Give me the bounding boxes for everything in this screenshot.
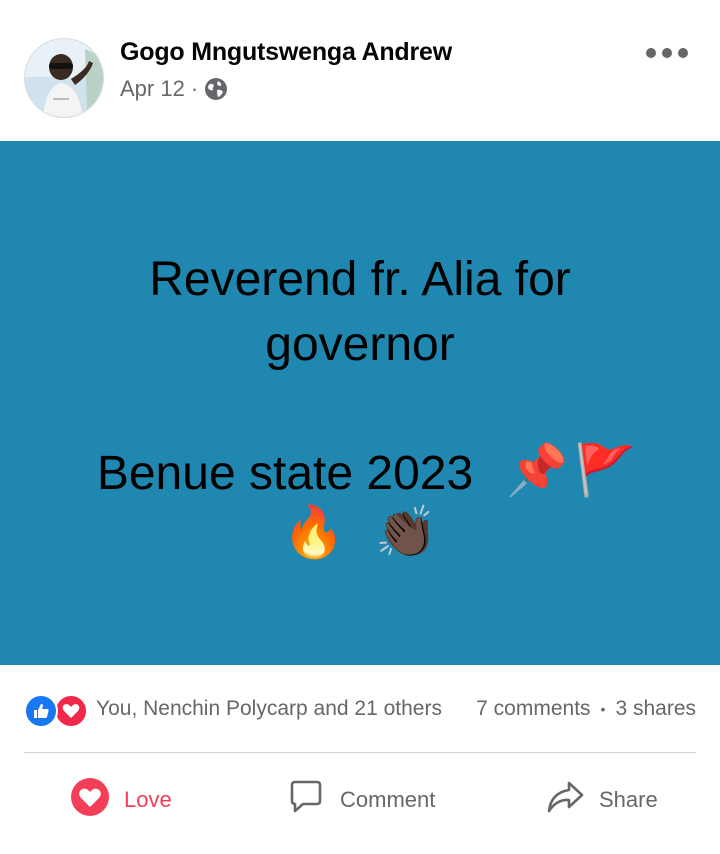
comments-count[interactable]: 7 comments — [476, 697, 590, 721]
reaction-icons[interactable] — [24, 694, 90, 728]
post-text-line: Reverend fr. Alia for — [149, 253, 571, 306]
like-reaction-icon — [24, 694, 58, 728]
post-text-line: governor — [265, 318, 455, 371]
counts-separator: • — [600, 701, 606, 717]
comment-button[interactable]: Comment — [286, 776, 435, 824]
share-button[interactable]: Share — [545, 776, 658, 824]
post-date[interactable]: Apr 12 — [120, 76, 185, 102]
love-label: Love — [124, 787, 172, 812]
pushpin-emoji: 📌 — [506, 442, 569, 498]
stats-divider — [24, 752, 696, 753]
author-avatar[interactable] — [24, 38, 104, 118]
post-header: Gogo Mngutswenga Andrew Apr 12 · — [0, 0, 720, 140]
emoji-row: 🔥 👏🏿 — [0, 503, 720, 562]
post-stats: You, Nenchin Polycarp and 21 others 7 co… — [0, 690, 720, 730]
author-name[interactable]: Gogo Mngutswenga Andrew — [120, 38, 452, 67]
comment-label: Comment — [340, 787, 436, 812]
post-text-background: Reverend fr. Alia for governor Benue sta… — [0, 141, 720, 665]
share-icon — [545, 777, 585, 823]
pin-flag-emojis: 📌 🚩 — [506, 441, 637, 500]
more-options-button[interactable] — [646, 40, 688, 66]
meta-separator: · — [190, 76, 199, 101]
engagement-counts: 7 comments • 3 shares — [476, 697, 696, 721]
love-button[interactable]: Love — [70, 776, 172, 824]
reactions-summary[interactable]: You, Nenchin Polycarp and 21 others — [96, 697, 442, 721]
post-meta: Apr 12 · — [120, 76, 228, 102]
love-reaction-icon — [54, 694, 88, 728]
comment-icon — [286, 777, 326, 823]
more-dot — [678, 48, 688, 58]
share-label: Share — [599, 787, 658, 812]
clap-emoji: 👏🏿 — [375, 504, 438, 560]
globe-icon — [204, 77, 228, 101]
post-text-line-content: Benue state 2023 — [96, 447, 474, 500]
post-actions-bar: Love Comment Share — [0, 770, 720, 830]
fire-emoji: 🔥 — [282, 504, 345, 560]
flag-emoji: 🚩 — [574, 442, 637, 498]
love-icon — [70, 777, 110, 823]
more-dot — [662, 48, 672, 58]
more-dot — [646, 48, 656, 58]
shares-count[interactable]: 3 shares — [615, 697, 696, 721]
